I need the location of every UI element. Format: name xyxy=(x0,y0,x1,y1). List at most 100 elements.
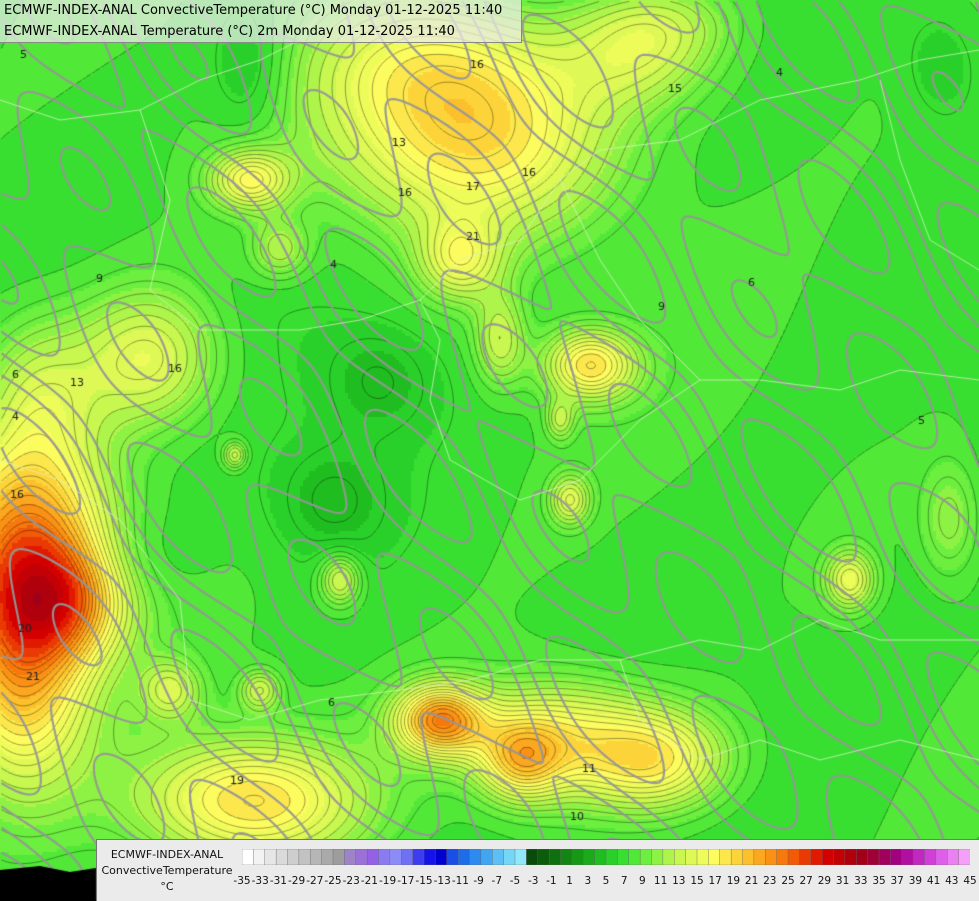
legend-swatch xyxy=(958,849,970,865)
legend-swatch xyxy=(753,849,766,865)
legend-swatch xyxy=(833,849,846,865)
legend-tick-label: -31 xyxy=(269,875,287,887)
legend-tick-label: 33 xyxy=(854,875,868,887)
legend-tick-label: -1 xyxy=(546,875,557,887)
legend-tick-label: -7 xyxy=(491,875,503,887)
legend-unit: °C xyxy=(160,880,174,893)
legend-swatch xyxy=(332,849,345,865)
legend-swatch xyxy=(401,849,414,865)
legend-tick-label: 41 xyxy=(926,875,941,887)
legend-tick-label: 13 xyxy=(672,875,686,887)
legend-tick-label: 37 xyxy=(890,875,904,887)
legend-tick-label: 45 xyxy=(963,875,977,887)
legend-swatch xyxy=(253,849,266,865)
legend-swatch xyxy=(617,849,630,865)
legend-swatch xyxy=(856,849,869,865)
legend-tick-label: 15 xyxy=(690,875,704,887)
legend-swatch xyxy=(583,849,596,865)
legend-swatch xyxy=(537,849,550,865)
legend-swatch xyxy=(742,849,755,865)
legend-tick-label: -25 xyxy=(324,875,342,887)
legend-swatch xyxy=(526,849,539,865)
legend-tick-label: 1 xyxy=(566,875,573,887)
legend-tick-label: -15 xyxy=(415,875,433,887)
legend-swatch xyxy=(275,849,289,865)
legend-tick-label: -33 xyxy=(251,875,269,887)
legend-color-bar xyxy=(242,849,970,865)
legend-tick-label: -23 xyxy=(342,875,360,887)
legend-swatch xyxy=(423,849,436,865)
legend-swatch xyxy=(298,849,311,865)
legend-swatch xyxy=(810,849,823,865)
legend-swatch xyxy=(446,849,459,865)
legend-tick-label: -5 xyxy=(509,875,521,887)
legend-tick-label: 9 xyxy=(639,875,646,887)
legend-swatch xyxy=(480,849,493,865)
map-title-panel: ECMWF-INDEX-ANAL ConvectiveTemperature (… xyxy=(0,0,522,43)
legend-swatch xyxy=(503,849,516,865)
legend-swatch xyxy=(730,849,744,865)
legend-swatch xyxy=(674,849,687,865)
legend-tick-label: 25 xyxy=(781,875,795,887)
legend-swatch xyxy=(378,849,391,865)
legend-swatch xyxy=(799,849,812,865)
legend-swatch xyxy=(548,849,562,865)
legend-tick-label: -35 xyxy=(233,875,251,887)
legend-tick-label: 29 xyxy=(817,875,832,887)
legend-swatch xyxy=(242,849,254,865)
legend-swatch xyxy=(287,849,300,865)
legend-variable: ConvectiveTemperature xyxy=(101,864,233,877)
title-temperature-2m: ECMWF-INDEX-ANAL Temperature (°C) 2m Mon… xyxy=(4,24,455,39)
legend-tick-labels: -35 -33 -31 -29 -27 -25 -23 -21 -19 -17 -15 -13 -11-… xyxy=(233,875,979,891)
legend-swatch xyxy=(947,849,960,865)
legend-tick-label: -29 xyxy=(288,875,306,887)
legend-model: ECMWF-INDEX-ANAL xyxy=(110,848,224,861)
legend-swatch xyxy=(366,849,380,865)
legend-swatch xyxy=(708,849,721,865)
legend-tick-label: 43 xyxy=(945,875,959,887)
legend-swatch xyxy=(321,849,334,865)
legend-tick-label: 31 xyxy=(835,875,850,887)
legend-swatch xyxy=(890,849,903,865)
legend-tick-label: 23 xyxy=(763,875,777,887)
legend-swatch xyxy=(685,849,698,865)
legend-tick-label: 3 xyxy=(584,875,592,887)
legend-tick-label: -3 xyxy=(527,875,539,887)
legend-swatch xyxy=(901,849,914,865)
legend-swatch xyxy=(457,849,471,865)
legend-swatch xyxy=(355,849,368,865)
legend-swatch xyxy=(639,849,653,865)
legend-swatch xyxy=(571,849,584,865)
legend-swatch xyxy=(310,849,323,865)
legend-tick-label: 19 xyxy=(726,875,741,887)
legend-tick-label: -13 xyxy=(433,875,451,887)
legend-tick-label: 27 xyxy=(799,875,813,887)
legend-swatch xyxy=(605,849,618,865)
legend-tick-label: -9 xyxy=(473,875,484,887)
legend-swatch xyxy=(594,849,607,865)
legend-tick-label: -21 xyxy=(360,875,378,887)
legend-tick-label: 5 xyxy=(602,875,610,887)
legend-swatch xyxy=(412,849,425,865)
legend-swatch xyxy=(844,849,857,865)
legend-tick-label: 21 xyxy=(744,875,759,887)
legend-swatch xyxy=(878,849,891,865)
legend-swatch xyxy=(560,849,573,865)
legend-swatch xyxy=(719,849,732,865)
legend-swatch xyxy=(935,849,948,865)
legend-swatch xyxy=(628,849,641,865)
legend-swatch xyxy=(787,849,800,865)
legend-swatch xyxy=(514,849,527,865)
legend-swatch xyxy=(765,849,778,865)
legend-tick-label: -19 xyxy=(379,875,397,887)
legend-tick-label: 35 xyxy=(872,875,886,887)
legend-swatch xyxy=(867,849,880,865)
legend-swatch xyxy=(389,849,402,865)
legend-swatch xyxy=(821,849,835,865)
legend-swatch xyxy=(662,849,675,865)
legend-swatch xyxy=(696,849,709,865)
legend-swatch xyxy=(651,849,664,865)
map-canvas[interactable] xyxy=(0,0,979,900)
legend-swatch xyxy=(264,849,277,865)
title-convective-temperature: ECMWF-INDEX-ANAL ConvectiveTemperature (… xyxy=(4,3,503,18)
